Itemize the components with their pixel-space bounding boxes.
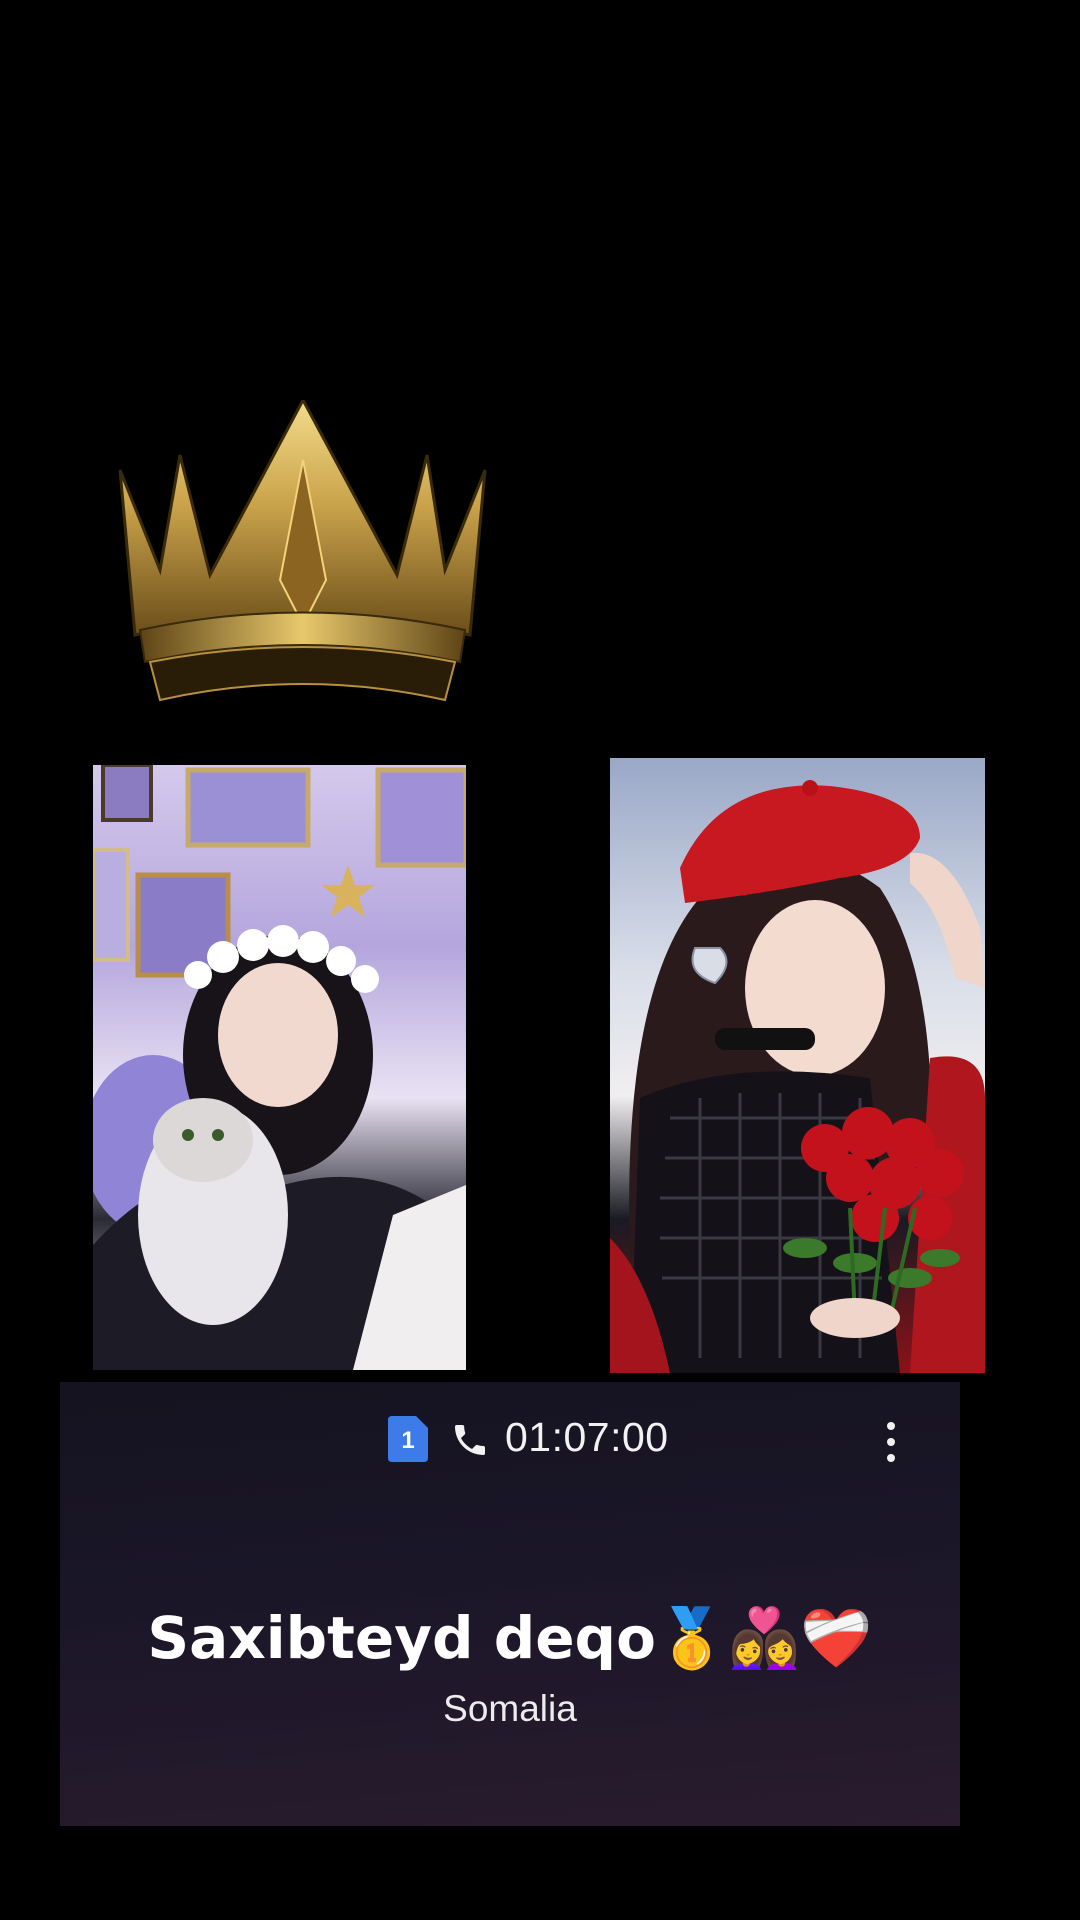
phone-icon [455, 1425, 485, 1455]
participant-photo-right [610, 758, 985, 1373]
more-vert-icon[interactable] [876, 1418, 906, 1466]
sim-number: 1 [401, 1427, 414, 1454]
participant-photo-left [93, 765, 466, 1370]
call-info-panel: 1 01:07:00 Saxibteyd deqo🥇👩‍❤️‍👩❤️‍🩹 Som… [60, 1382, 960, 1826]
call-duration: 01:07:00 [505, 1414, 669, 1460]
contact-location: Somalia [443, 1688, 577, 1729]
crown-image [118, 400, 487, 702]
sim-badge-icon: 1 [388, 1416, 428, 1462]
contact-name: Saxibteyd deqo🥇👩‍❤️‍👩❤️‍🩹 [147, 1604, 873, 1672]
